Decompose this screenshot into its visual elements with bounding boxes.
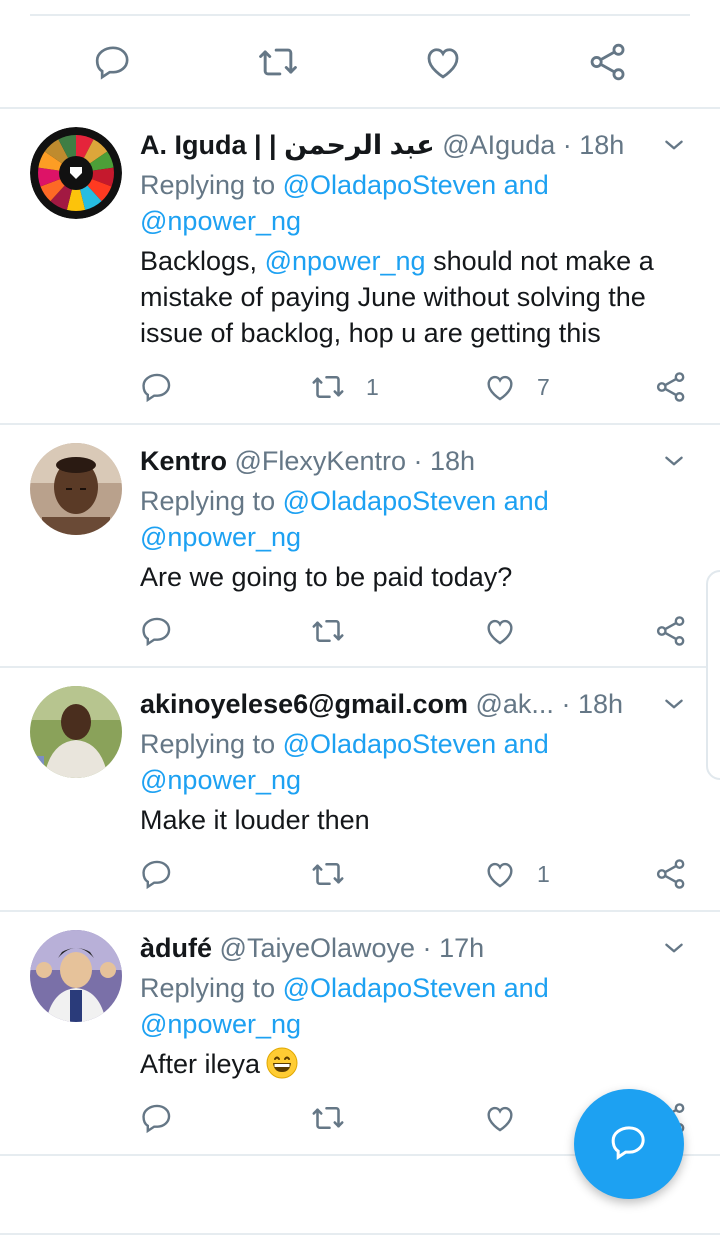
chevron-down-icon[interactable] xyxy=(658,129,690,161)
tweet-text-line: issue of backlog, hop u are getting this xyxy=(140,318,601,348)
tweet-text: Are we going to be paid today? xyxy=(140,562,513,592)
like-button[interactable] xyxy=(483,611,537,651)
display-name[interactable]: àdufé xyxy=(140,933,212,963)
share-button[interactable] xyxy=(654,611,688,651)
replying-to: Replying to @OladapoSteven and xyxy=(140,970,549,1006)
user-handle[interactable]: @AIguda xyxy=(442,130,555,160)
compose-reply-icon xyxy=(609,1122,649,1167)
tweet-text: Backlogs, @npower_ng should not make a m… xyxy=(140,243,690,351)
mention-link[interactable]: @npower_ng xyxy=(140,1009,301,1039)
replying-to-line-2: @npower_ng xyxy=(140,203,301,239)
tweet-text-prefix: Backlogs, xyxy=(140,246,265,276)
replying-prefix: Replying to xyxy=(140,486,276,516)
replying-to: Replying to @OladapoSteven and xyxy=(140,167,549,203)
replying-prefix: Replying to xyxy=(140,729,276,759)
tweet-text: Make it louder then xyxy=(140,805,370,835)
replying-prefix: Replying to xyxy=(140,973,276,1003)
chevron-down-icon[interactable] xyxy=(658,445,690,477)
reply-button[interactable] xyxy=(140,367,174,407)
mention-link[interactable]: @OladapoSteven and xyxy=(283,486,549,516)
replying-to: Replying to @OladapoSteven and xyxy=(140,483,549,519)
like-button[interactable] xyxy=(483,1098,537,1138)
separator-dot: · xyxy=(562,130,572,160)
tweet-actions xyxy=(140,611,700,651)
share-icon[interactable] xyxy=(586,40,630,84)
tweet-actions: 1 xyxy=(140,854,700,894)
retweet-button[interactable] xyxy=(310,1098,366,1138)
mention-link[interactable]: @npower_ng xyxy=(140,522,301,552)
mention-link[interactable]: @npower_ng xyxy=(265,246,426,276)
timestamp[interactable]: 18h xyxy=(430,446,475,476)
like-button[interactable]: 7 xyxy=(483,367,550,407)
mention-link[interactable]: @OladapoSteven and xyxy=(283,170,549,200)
tweet-header: akinoyelese6@gmail.com @ak... · 18h xyxy=(140,687,660,721)
separator-dot: · xyxy=(561,689,571,719)
timestamp[interactable]: 17h xyxy=(439,933,484,963)
avatar[interactable] xyxy=(30,686,122,778)
replying-to-line-2: @npower_ng xyxy=(140,762,301,798)
display-name[interactable]: Kentro xyxy=(140,446,227,476)
chevron-down-icon[interactable] xyxy=(658,688,690,720)
timestamp[interactable]: 18h xyxy=(579,130,624,160)
tweet-actions: 1 7 xyxy=(140,367,700,407)
retweet-button[interactable]: 1 xyxy=(310,367,379,407)
timestamp[interactable]: 18h xyxy=(578,689,623,719)
tweet-text-content: After ileya xyxy=(140,1049,261,1079)
top-tweet-actions xyxy=(0,30,720,94)
avatar[interactable] xyxy=(30,930,122,1022)
mention-link[interactable]: @OladapoSteven and xyxy=(283,973,549,1003)
tweet-header: Kentro @FlexyKentro · 18h xyxy=(140,444,660,478)
retweet-button[interactable] xyxy=(310,854,366,894)
mention-link[interactable]: @npower_ng xyxy=(140,206,301,236)
retweet-button[interactable] xyxy=(310,611,366,651)
separator-dot: · xyxy=(422,933,432,963)
replying-prefix: Replying to xyxy=(140,170,276,200)
tweet-text-rest: should not make a xyxy=(425,246,654,276)
tweet-item[interactable]: akinoyelese6@gmail.com @ak... · 18h Repl… xyxy=(0,668,720,912)
like-button[interactable]: 1 xyxy=(483,854,550,894)
user-handle[interactable]: @ak... xyxy=(476,689,554,719)
user-handle[interactable]: @FlexyKentro xyxy=(235,446,406,476)
display-name[interactable]: A. Iguda | | عبد الرحمن xyxy=(140,130,435,160)
reply-icon[interactable] xyxy=(91,40,135,84)
reply-button[interactable] xyxy=(140,854,174,894)
like-icon[interactable] xyxy=(421,40,465,84)
avatar[interactable] xyxy=(30,443,122,535)
reply-button[interactable] xyxy=(140,611,174,651)
tweet-item[interactable]: A. Iguda | | عبد الرحمن @AIguda · 18h Re… xyxy=(0,109,720,425)
tweet-header: àdufé @TaiyeOlawoye · 17h xyxy=(140,931,660,965)
tweet-header: A. Iguda | | عبد الرحمن @AIguda · 18h xyxy=(140,128,660,162)
retweet-icon[interactable] xyxy=(256,40,300,84)
replying-to: Replying to @OladapoSteven and xyxy=(140,726,549,762)
compose-reply-button[interactable] xyxy=(574,1089,684,1199)
top-divider xyxy=(30,14,690,16)
display-name[interactable]: akinoyelese6@gmail.com xyxy=(140,689,468,719)
replying-to-line-2: @npower_ng xyxy=(140,1006,301,1042)
retweet-count: 1 xyxy=(366,373,379,400)
avatar[interactable] xyxy=(30,127,122,219)
user-handle[interactable]: @TaiyeOlawoye xyxy=(220,933,416,963)
grinning-face-emoji xyxy=(266,1047,298,1079)
scroll-handle[interactable] xyxy=(706,570,720,780)
like-count: 7 xyxy=(537,373,550,400)
chevron-down-icon[interactable] xyxy=(658,932,690,964)
share-button[interactable] xyxy=(654,854,688,894)
replying-to-line-2: @npower_ng xyxy=(140,519,301,555)
tweet-text: After ileya xyxy=(140,1046,690,1082)
tweet-item[interactable]: Kentro @FlexyKentro · 18h Replying to @O… xyxy=(0,425,720,668)
reply-button[interactable] xyxy=(140,1098,174,1138)
tweet-text-line: mistake of paying June without solving t… xyxy=(140,282,646,312)
like-count: 1 xyxy=(537,860,550,887)
separator-dot: · xyxy=(413,446,423,476)
divider xyxy=(0,1233,720,1235)
mention-link[interactable]: @npower_ng xyxy=(140,765,301,795)
share-button[interactable] xyxy=(654,367,688,407)
mention-link[interactable]: @OladapoSteven and xyxy=(283,729,549,759)
